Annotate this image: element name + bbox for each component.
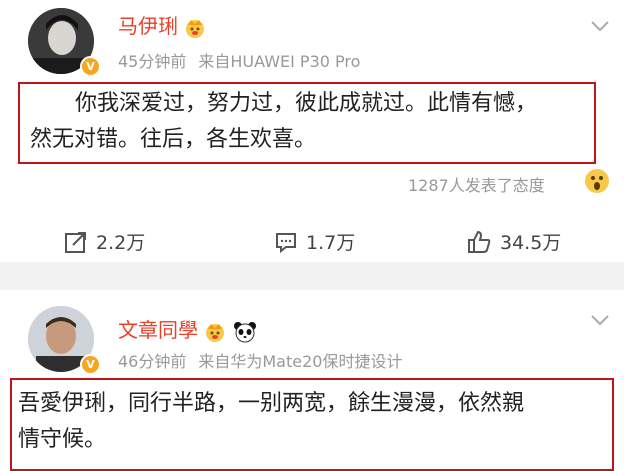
chevron-down-icon[interactable] xyxy=(590,20,610,32)
post-source: 来自华为Mate20保时捷设计 xyxy=(198,352,403,371)
reaction-count[interactable]: 1287人发表了态度 xyxy=(408,172,545,196)
user-name[interactable]: 文章同學 xyxy=(118,314,257,343)
post-content: 吾愛伊琍，同行半路，一别两宽，餘生漫漫，依然親 情守候。 xyxy=(18,386,610,458)
vip-crown-icon xyxy=(186,19,205,38)
user-name[interactable]: 马伊琍 xyxy=(118,10,206,39)
post-content: 你我深爱过，努力过，彼此成就过。此情有憾， 然无对错。往后，各生欢喜。 xyxy=(30,86,595,158)
post-source: 来自HUAWEI P30 Pro xyxy=(198,52,361,71)
surprised-emoji-icon[interactable] xyxy=(584,168,610,194)
weibo-post-2: V 文章同學 46分钟前 来自华为Mate20保时捷设计 吾愛伊琍，同行半路，一别… xyxy=(0,290,624,471)
content-line: 然无对错。往后，各生欢喜。 xyxy=(30,127,317,152)
comment-button[interactable]: 1.7万 xyxy=(274,228,355,255)
verified-badge-icon: V xyxy=(80,354,101,375)
content-line: 你我深爱过，努力过，彼此成就过。此情有憾， xyxy=(75,91,538,116)
vip-crown-icon xyxy=(206,323,225,342)
post-meta: 46分钟前 来自华为Mate20保时捷设计 xyxy=(118,348,402,372)
like-count: 34.5万 xyxy=(500,232,562,254)
content-line: 情守候。 xyxy=(18,427,107,452)
repost-icon xyxy=(65,231,86,253)
comment-count: 1.7万 xyxy=(306,232,356,254)
weibo-post-1: V 马伊琍 45分钟前 来自HUAWEI P30 Pro 你我深爱过，努力过，彼此… xyxy=(0,0,624,262)
content-line: 吾愛伊琍，同行半路，一别两宽，餘生漫漫，依然親 xyxy=(18,391,525,416)
repost-count: 2.2万 xyxy=(96,232,146,254)
verified-badge-icon: V xyxy=(80,56,101,77)
post-time: 46分钟前 xyxy=(118,352,187,371)
comment-icon xyxy=(276,232,296,253)
thumbs-up-icon xyxy=(468,230,491,253)
repost-button[interactable]: 2.2万 xyxy=(64,228,145,255)
chevron-down-icon[interactable] xyxy=(590,314,610,326)
post-meta: 45分钟前 来自HUAWEI P30 Pro xyxy=(118,48,360,72)
like-button[interactable]: 34.5万 xyxy=(466,228,561,255)
post-time: 45分钟前 xyxy=(118,52,187,71)
post-divider xyxy=(0,262,624,290)
panda-icon xyxy=(233,321,256,342)
